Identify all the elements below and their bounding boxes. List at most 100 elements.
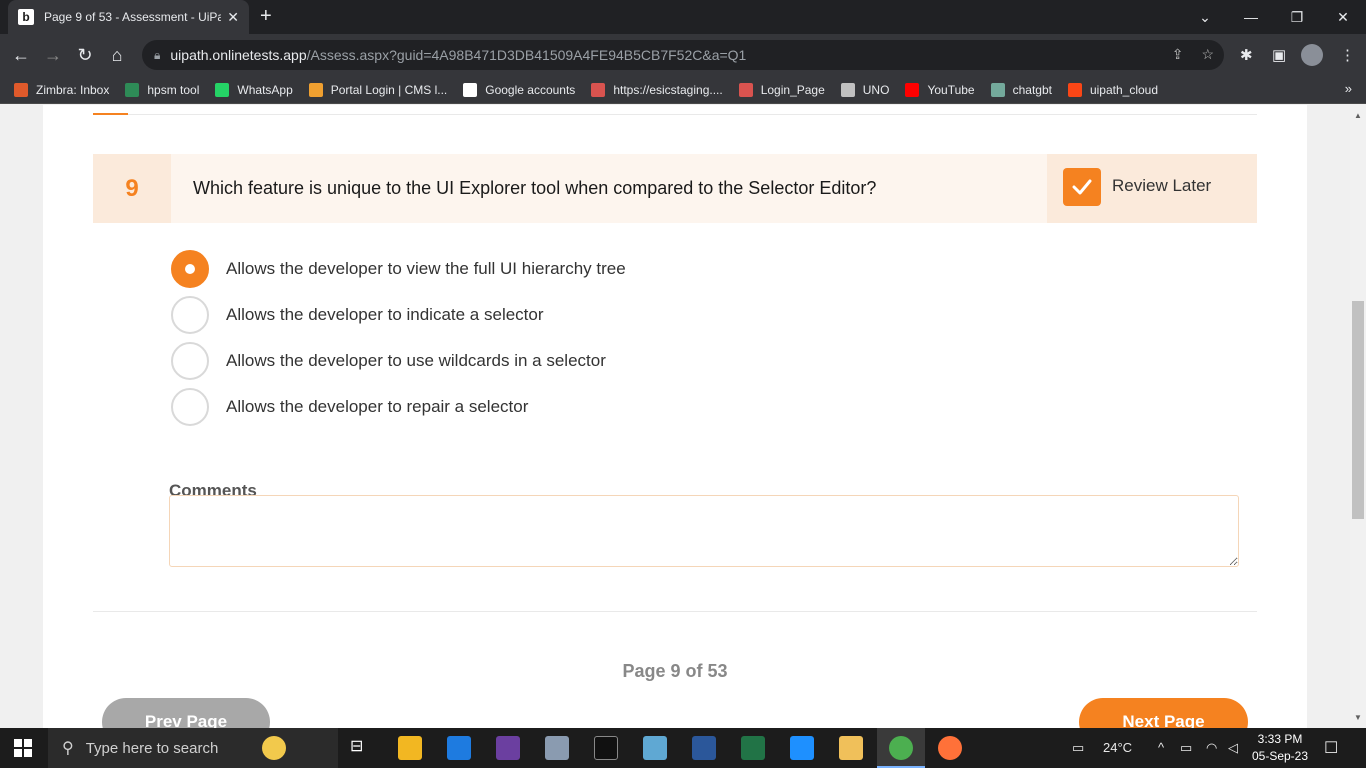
menu-kebab-icon[interactable]: ⋮ [1340, 46, 1355, 64]
command-prompt-icon[interactable] [594, 736, 618, 760]
comments-textarea[interactable] [169, 495, 1239, 567]
bookmark-item[interactable]: hpsm tool [125, 82, 200, 97]
restore-button[interactable]: ❐ [1274, 0, 1320, 34]
radio-button[interactable] [171, 296, 209, 334]
excel-icon[interactable] [741, 736, 765, 760]
home-icon[interactable]: ⌂ [104, 42, 130, 68]
answer-option[interactable]: Allows the developer to indicate a selec… [171, 296, 544, 334]
accent-divider [93, 113, 128, 115]
bookmark-item[interactable]: chatgbt [990, 82, 1052, 97]
app-lightning-icon[interactable] [790, 736, 814, 760]
notifications-icon[interactable]: ☐ [1324, 738, 1338, 758]
chrome-icon[interactable] [889, 736, 913, 760]
word-icon[interactable] [692, 736, 716, 760]
bookmark-label: YouTube [927, 82, 975, 97]
next-page-button[interactable]: Next Page [1079, 698, 1248, 728]
app-s-icon[interactable] [447, 736, 471, 760]
close-window-button[interactable]: ✕ [1320, 0, 1366, 34]
file-explorer-icon[interactable] [398, 736, 422, 760]
firefox-icon[interactable] [938, 736, 962, 760]
task-view-icon[interactable]: ⊟ [350, 736, 374, 760]
reload-icon[interactable]: ↻ [72, 42, 98, 68]
taskbar-search-box[interactable]: ⚲ Type here to search [48, 728, 338, 768]
bookmark-item[interactable]: WhatsApp [215, 82, 293, 97]
clock-date: 05-Sep-23 [1251, 749, 1309, 763]
question-header: 9 Which feature is unique to the UI Expl… [93, 154, 1257, 223]
browser-tab-strip: b Page 9 of 53 - Assessment - UiPa ✕ + ⌄… [0, 0, 1366, 34]
extensions-icon[interactable]: ✱ [1240, 46, 1253, 64]
new-tab-button[interactable]: + [260, 5, 272, 28]
app-shield-icon[interactable] [496, 736, 520, 760]
close-tab-icon[interactable]: ✕ [227, 9, 239, 26]
prev-page-button[interactable]: Prev Page [102, 698, 270, 728]
divider [93, 114, 1257, 115]
bookmark-label: UNO [862, 82, 890, 97]
side-panel-icon[interactable]: ▣ [1272, 46, 1286, 64]
windows-start-icon[interactable] [14, 739, 32, 757]
back-arrow-icon[interactable]: ← [8, 42, 34, 68]
bookmark-item[interactable]: YouTube [905, 82, 975, 97]
wifi-icon[interactable]: ◠ [1206, 740, 1217, 756]
bookmark-favicon-icon [125, 82, 140, 97]
bookmark-favicon-icon [990, 82, 1005, 97]
radio-button[interactable] [171, 388, 209, 426]
page-viewport: 9 Which feature is unique to the UI Expl… [0, 105, 1350, 728]
answer-option-label: Allows the developer to repair a selecto… [226, 397, 529, 416]
weather-icon[interactable]: ▭ [1072, 740, 1084, 756]
scroll-up-arrow-icon[interactable]: ▲ [1354, 111, 1362, 120]
tab-search-icon[interactable]: ⌄ [1182, 0, 1228, 34]
checkmark-icon [1072, 179, 1092, 195]
minimize-button[interactable]: — [1228, 0, 1274, 34]
question-text: Which feature is unique to the UI Explor… [193, 178, 877, 198]
share-icon[interactable]: ⇪ [1172, 46, 1184, 63]
app-notes-icon[interactable] [643, 736, 667, 760]
address-bar[interactable]: 🔒︎ uipath.onlinetests.app/Assess.aspx?gu… [142, 40, 1224, 70]
bookmark-label: Google accounts [485, 82, 576, 97]
bookmark-label: hpsm tool [147, 82, 200, 97]
answer-option[interactable]: Allows the developer to repair a selecto… [171, 388, 528, 426]
clock-time: 3:33 PM [1257, 732, 1303, 746]
windows-taskbar: ⚲ Type here to search ⊟ ▭ 24°C ^ ▭ ◠ ◁ 3… [0, 728, 1366, 768]
tray-chevron-icon[interactable]: ^ [1158, 740, 1164, 755]
review-later-toggle[interactable]: Review Later [1047, 154, 1257, 223]
app-remote-icon[interactable] [545, 736, 569, 760]
volume-icon[interactable]: ◁ [1228, 740, 1238, 756]
assessment-card: 9 Which feature is unique to the UI Expl… [43, 105, 1307, 728]
bookmark-item[interactable]: uipath_cloud [1067, 82, 1158, 97]
bookmark-favicon-icon [308, 82, 323, 97]
bookmark-star-icon[interactable]: ☆ [1201, 46, 1214, 63]
review-later-label: Review Later [1112, 176, 1212, 195]
cortana-character-icon[interactable] [262, 736, 286, 760]
taskbar-clock[interactable]: 3:33 PM 05-Sep-23 [1244, 731, 1316, 765]
forward-arrow-icon[interactable]: → [40, 42, 66, 68]
bookmark-favicon-icon [1067, 82, 1082, 97]
review-later-checkbox[interactable] [1063, 168, 1101, 206]
answer-option[interactable]: Allows the developer to use wildcards in… [171, 342, 606, 380]
scroll-down-arrow-icon[interactable]: ▼ [1354, 713, 1362, 722]
bookmark-label: WhatsApp [237, 82, 293, 97]
bookmark-item[interactable]: Login_Page [738, 82, 825, 97]
radio-button[interactable] [171, 342, 209, 380]
answer-option-label: Allows the developer to use wildcards in… [226, 351, 606, 370]
answer-option[interactable]: Allows the developer to view the full UI… [171, 250, 626, 288]
battery-icon[interactable]: ▭ [1180, 740, 1192, 756]
divider [93, 611, 1257, 612]
bookmark-item[interactable]: https://esicstaging.... [591, 82, 723, 97]
weather-temp[interactable]: 24°C [1103, 740, 1132, 755]
bookmark-item[interactable]: Zimbra: Inbox [14, 82, 109, 97]
answer-option-label: Allows the developer to indicate a selec… [226, 305, 544, 324]
bookmark-item[interactable]: Portal Login | CMS l... [308, 82, 447, 97]
app-folder-icon[interactable] [839, 736, 863, 760]
profile-avatar[interactable] [1301, 44, 1323, 66]
scrollbar-thumb[interactable] [1352, 301, 1364, 519]
bookmark-item[interactable]: UNO [840, 82, 890, 97]
radio-button-selected[interactable] [171, 250, 209, 288]
bookmark-item[interactable]: Google accounts [463, 82, 576, 97]
page-scrollbar[interactable]: ▲ ▼ [1350, 105, 1366, 728]
bookmark-label: https://esicstaging.... [613, 82, 723, 97]
site-favicon-icon: b [18, 9, 34, 25]
active-tab[interactable]: b Page 9 of 53 - Assessment - UiPa ✕ [8, 0, 249, 34]
bookmark-favicon-icon [905, 82, 920, 97]
bookmark-favicon-icon [215, 82, 230, 97]
bookmarks-overflow-icon[interactable]: » [1345, 81, 1352, 96]
